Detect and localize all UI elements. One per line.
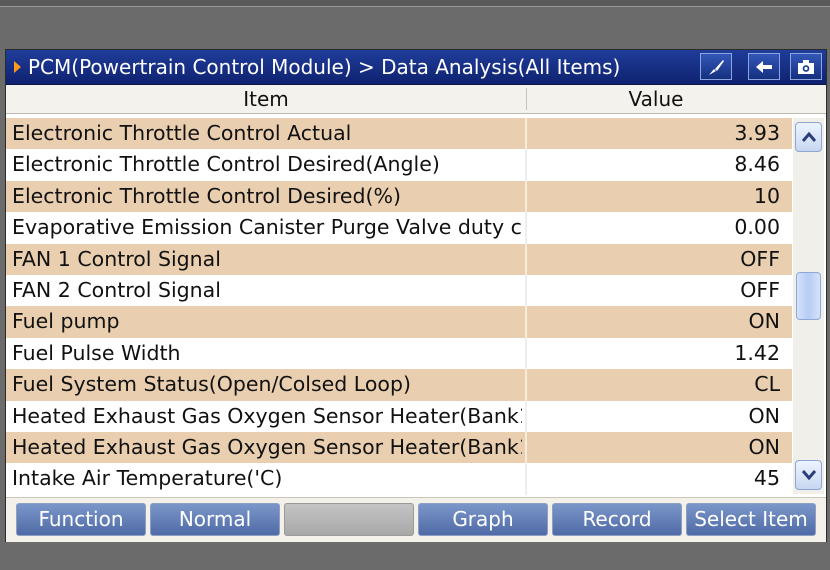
table-row[interactable]: Heated Exhaust Gas Oxygen Sensor Heater(…	[6, 400, 792, 432]
row-item-name: FAN 1 Control Signal	[12, 246, 221, 271]
column-header-item[interactable]: Item	[6, 85, 526, 113]
row-item-name: Heated Exhaust Gas Oxygen Sensor Heater(…	[12, 434, 522, 459]
row-item-value: ON	[748, 309, 780, 334]
row-item-value: 45	[753, 466, 780, 491]
window-title: PCM(Powertrain Control Module) > Data An…	[28, 55, 621, 79]
record-button[interactable]: Record	[552, 503, 682, 536]
row-item-value: 0.00	[734, 215, 780, 240]
brush-icon	[709, 60, 724, 75]
row-item-name: Heated Exhaust Gas Oxygen Sensor Heater(…	[12, 403, 522, 428]
table-row[interactable]: Heated Exhaust Gas Oxygen Sensor Heater(…	[6, 431, 792, 464]
scroll-up-button[interactable]	[795, 122, 822, 152]
camera-icon	[798, 60, 814, 74]
row-item-value: 1.42	[734, 340, 780, 365]
top-bar	[0, 0, 830, 7]
chevron-down-icon	[802, 470, 816, 481]
table-row[interactable]: Fuel pump ON	[6, 306, 792, 338]
blank-button[interactable]	[284, 503, 414, 536]
table-row[interactable]: FAN 2 Control Signal OFF	[6, 274, 792, 307]
back-arrow-icon	[756, 61, 772, 73]
column-header-value[interactable]: Value	[527, 85, 785, 113]
row-item-value: 10	[753, 183, 780, 208]
table-row[interactable]: Electronic Throttle Control Actual 3.93	[6, 118, 792, 150]
function-button[interactable]: Function	[16, 503, 146, 536]
table-header: Item Value	[6, 85, 826, 114]
row-item-name: Fuel System Status(Open/Colsed Loop)	[12, 372, 411, 397]
scroll-down-button[interactable]	[795, 460, 822, 490]
row-item-name: Intake Air Temperature('C)	[12, 466, 283, 491]
row-item-name: Evaporative Emission Canister Purge Valv…	[12, 215, 522, 240]
table-row[interactable]: Evaporative Emission Canister Purge Valv…	[6, 212, 792, 244]
graph-button[interactable]: Graph	[418, 503, 548, 536]
row-item-name: FAN 2 Control Signal	[12, 277, 221, 302]
row-item-name: Electronic Throttle Control Desired(Angl…	[12, 152, 440, 177]
table-row[interactable]: Intake Air Temperature('C) 45	[6, 463, 792, 495]
table-row[interactable]: Fuel Pulse Width 1.42	[6, 337, 792, 370]
table-row[interactable]: Fuel System Status(Open/Colsed Loop) CL	[6, 369, 792, 401]
row-item-name: Electronic Throttle Control Desired(%)	[12, 183, 401, 208]
select-item-button[interactable]: Select Item	[686, 503, 816, 536]
row-item-value: ON	[748, 434, 780, 459]
row-item-name: Electronic Throttle Control Actual	[12, 121, 352, 145]
back-button[interactable]	[748, 53, 780, 80]
row-item-value: OFF	[740, 277, 780, 302]
screenshot-button[interactable]	[790, 53, 822, 80]
table-row[interactable]: FAN 1 Control Signal OFF	[6, 243, 792, 275]
table-row[interactable]: Electronic Throttle Control Desired(Angl…	[6, 149, 792, 181]
row-item-name: Fuel pump	[12, 309, 120, 334]
normal-button[interactable]: Normal	[150, 503, 280, 536]
data-list: Electronic Throttle Control Actual 3.93 …	[6, 118, 792, 495]
function-bar: Function Normal Graph Record Select Item	[6, 497, 826, 542]
table-row[interactable]: Electronic Throttle Control Desired(%) 1…	[6, 180, 792, 213]
row-item-name: Fuel Pulse Width	[12, 340, 181, 365]
row-item-value: 3.93	[734, 121, 780, 145]
vertical-scrollbar[interactable]	[793, 118, 824, 494]
row-item-value: ON	[748, 403, 780, 428]
row-item-value: OFF	[740, 246, 780, 271]
chevron-up-icon	[802, 131, 816, 142]
row-item-value: 8.46	[734, 152, 780, 177]
title-bar: PCM(Powertrain Control Module) > Data An…	[6, 50, 826, 85]
data-analysis-panel: PCM(Powertrain Control Module) > Data An…	[5, 49, 827, 542]
scroll-thumb[interactable]	[796, 271, 821, 320]
row-item-value: CL	[754, 372, 780, 397]
play-arrow-icon	[14, 61, 21, 73]
brush-button[interactable]	[700, 53, 732, 80]
